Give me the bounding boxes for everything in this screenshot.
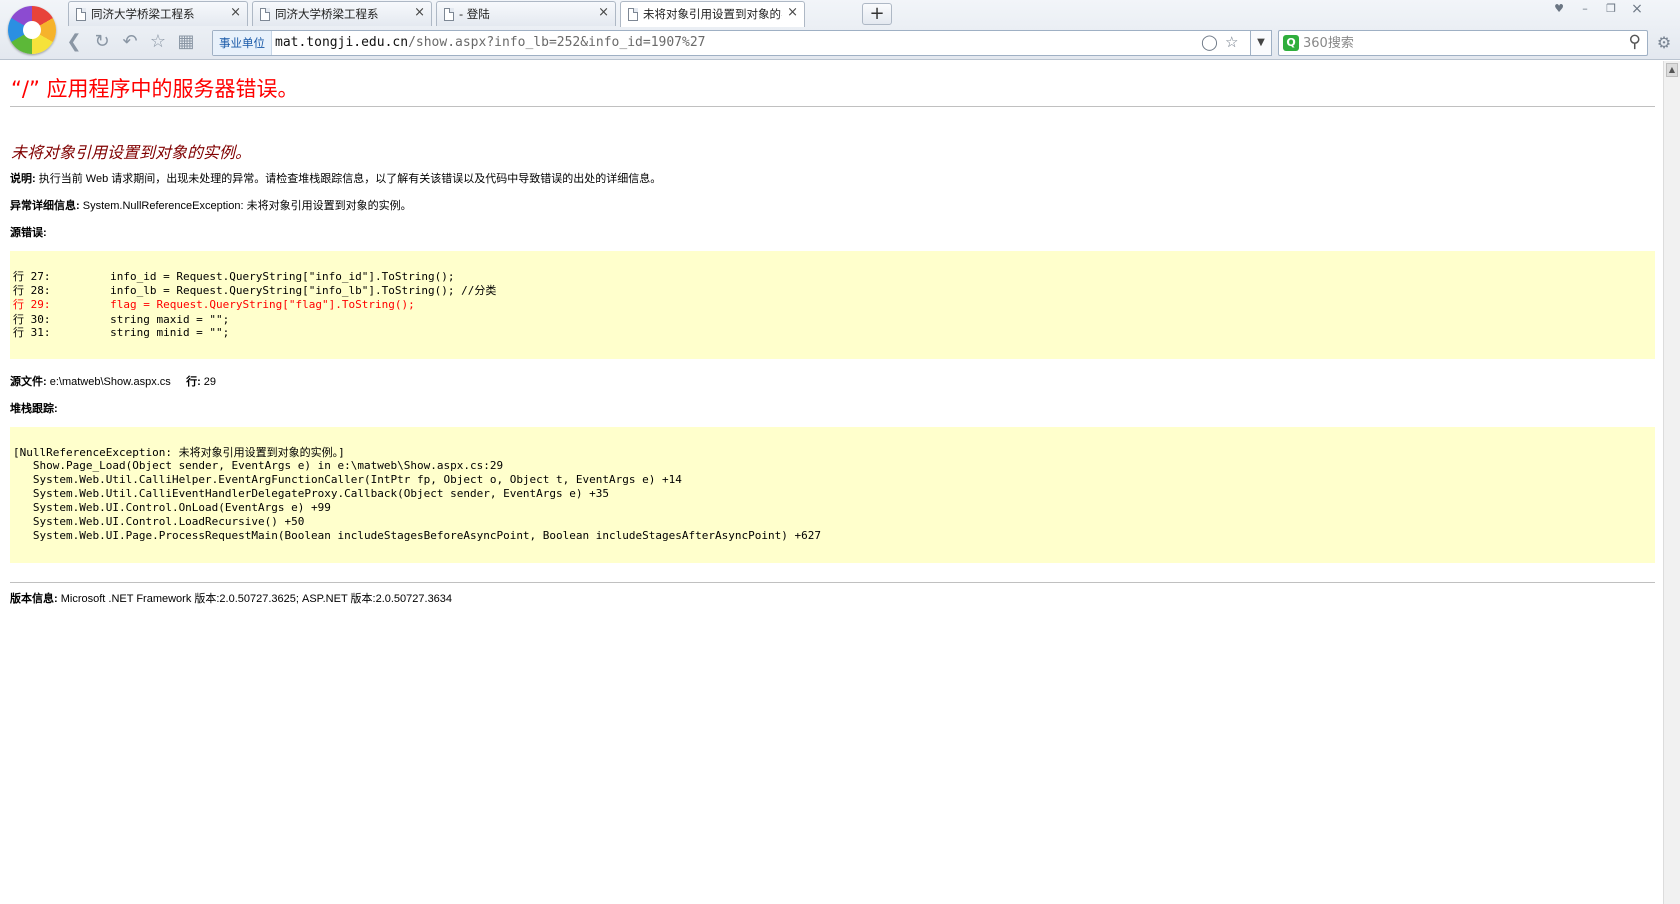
exception-text: System.NullReferenceException: 未将对象引用设置到…: [79, 200, 412, 212]
close-window-icon[interactable]: ×: [1624, 1, 1650, 17]
source-code-box: 行 27: info_id = Request.QueryString["inf…: [10, 251, 1655, 359]
tab-title: 同济大学桥梁工程系: [91, 7, 195, 21]
back-icon[interactable]: ❮: [62, 31, 86, 55]
tab-3[interactable]: - 登陆 ×: [436, 1, 616, 26]
exception-label: 异常详细信息:: [10, 200, 80, 212]
stack-line: [NullReferenceException: 未将对象引用设置到对象的实例。…: [13, 446, 345, 459]
source-error-heading: 源错误:: [10, 224, 47, 240]
search-input[interactable]: [1303, 33, 1603, 53]
tab-4-active[interactable]: 未将对象引用设置到对象的实例。 ×: [620, 1, 805, 27]
star-icon[interactable]: ☆: [146, 31, 170, 55]
cert-badge[interactable]: 事业单位: [213, 31, 272, 55]
minimize-icon[interactable]: –: [1572, 1, 1598, 17]
error-subtitle: 未将对象引用设置到对象的实例。: [11, 143, 252, 162]
line-label: 行:: [186, 376, 201, 388]
source-file-value: e:\matweb\Show.aspx.cs: [46, 376, 171, 388]
tab-1[interactable]: 同济大学桥梁工程系 ×: [68, 1, 248, 26]
page-icon: [444, 8, 454, 21]
description-label: 说明:: [10, 173, 36, 185]
close-icon[interactable]: ×: [787, 5, 798, 20]
new-tab-button[interactable]: +: [862, 3, 892, 25]
error-title: “/” 应用程序中的服务器错误。: [11, 77, 299, 101]
stack-line: Show.Page_Load(Object sender, EventArgs …: [13, 459, 504, 472]
tools-wrench-icon[interactable]: ⚙: [1652, 31, 1676, 55]
url-host: mat.tongji.edu.cn: [275, 35, 409, 50]
favorite-star-icon[interactable]: ☆: [1225, 33, 1238, 51]
skin-icon[interactable]: ♥: [1546, 1, 1572, 17]
search-icon[interactable]: ⚲: [1629, 32, 1641, 52]
source-file-info: 源文件: e:\matweb\Show.aspx.cs 行: 29: [10, 373, 216, 389]
undo-icon[interactable]: ↶: [118, 31, 142, 55]
version-text: Microsoft .NET Framework 版本:2.0.50727.36…: [57, 593, 453, 605]
search-engine-logo-icon[interactable]: Q: [1283, 35, 1299, 51]
vertical-scrollbar[interactable]: ▲: [1663, 61, 1680, 904]
divider: [10, 106, 1655, 107]
stack-trace-label: 堆栈跟踪:: [10, 403, 58, 415]
browser-toolbar: 同济大学桥梁工程系 × 同济大学桥梁工程系 × - 登陆 × 未将对象引用设置到…: [0, 0, 1680, 60]
version-label: 版本信息:: [10, 593, 58, 605]
source-line: 行 31: string minid = "";: [13, 326, 230, 339]
tab-title: 同济大学桥梁工程系: [275, 7, 379, 21]
stack-line: System.Web.UI.Page.ProcessRequestMain(Bo…: [13, 529, 821, 542]
source-error-label: 源错误:: [10, 227, 47, 239]
version-info: 版本信息: Microsoft .NET Framework 版本:2.0.50…: [10, 590, 452, 606]
page-icon: [628, 8, 638, 21]
description: 说明: 执行当前 Web 请求期间，出现未处理的异常。请检查堆栈跟踪信息，以了解…: [10, 170, 661, 186]
refresh-icon[interactable]: ↻: [90, 31, 114, 55]
stack-line: System.Web.UI.Control.OnLoad(EventArgs e…: [13, 501, 331, 514]
stack-line: System.Web.Util.CalliHelper.EventArgFunc…: [13, 473, 682, 486]
address-dropdown-icon[interactable]: ▼: [1250, 30, 1272, 56]
close-icon[interactable]: ×: [598, 5, 609, 20]
tab-title: 未将对象引用设置到对象的实例。: [643, 7, 782, 21]
close-icon[interactable]: ×: [414, 5, 425, 20]
source-line-error: 行 29: flag = Request.QueryString["flag"]…: [13, 298, 415, 311]
exception-details: 异常详细信息: System.NullReferenceException: 未…: [10, 197, 412, 213]
address-bar[interactable]: 事业单位 mat.tongji.edu.cn/show.aspx?info_lb…: [212, 30, 1262, 56]
close-icon[interactable]: ×: [230, 5, 241, 20]
restore-icon[interactable]: ❐: [1598, 1, 1624, 17]
url-text[interactable]: mat.tongji.edu.cn/show.aspx?info_lb=252&…: [275, 35, 705, 50]
apps-icon[interactable]: ▦: [174, 31, 198, 55]
page-icon: [260, 8, 270, 21]
ie-compat-icon[interactable]: ◯: [1201, 33, 1218, 51]
stack-line: System.Web.UI.Control.LoadRecursive() +5…: [13, 515, 305, 528]
line-value: 29: [200, 376, 217, 388]
stack-trace-box: [NullReferenceException: 未将对象引用设置到对象的实例。…: [10, 427, 1655, 563]
divider: [10, 582, 1655, 583]
search-box[interactable]: Q ⚲: [1278, 30, 1648, 56]
tab-2[interactable]: 同济大学桥梁工程系 ×: [252, 1, 432, 26]
scroll-up-arrow-icon[interactable]: ▲: [1666, 63, 1678, 77]
page-content: “/” 应用程序中的服务器错误。 未将对象引用设置到对象的实例。 说明: 执行当…: [0, 61, 1663, 904]
page-icon: [76, 8, 86, 21]
stack-line: System.Web.Util.CalliEventHandlerDelegat…: [13, 487, 610, 500]
stack-trace-heading: 堆栈跟踪:: [10, 400, 58, 416]
url-path: /show.aspx?info_lb=252&info_id=1907%27: [408, 35, 706, 50]
source-file-label: 源文件:: [10, 376, 47, 388]
tab-title: - 登陆: [459, 7, 490, 21]
description-text: 执行当前 Web 请求期间，出现未处理的异常。请检查堆栈跟踪信息，以了解有关该错…: [35, 173, 662, 185]
browser-logo-icon[interactable]: [8, 6, 56, 54]
